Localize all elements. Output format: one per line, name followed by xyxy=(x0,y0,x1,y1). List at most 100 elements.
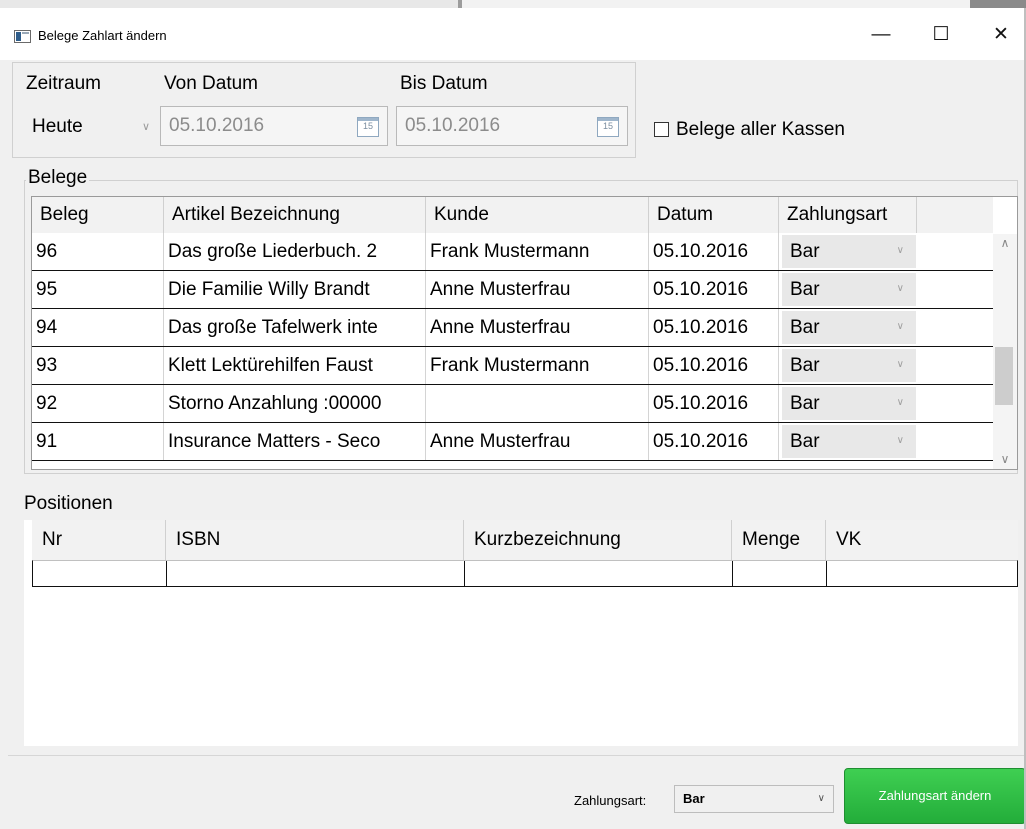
column-header-nr[interactable]: Nr xyxy=(32,520,166,560)
table-cell-datum[interactable]: 05.10.2016 xyxy=(649,233,779,270)
table-cell-kunde[interactable] xyxy=(426,385,649,422)
chevron-down-icon: ∨ xyxy=(896,321,904,332)
zahlungsart-cell-value: Bar xyxy=(790,317,820,338)
column-header-kunde[interactable]: Kunde xyxy=(426,197,649,233)
bis-datum-field[interactable]: 05.10.2016 15 xyxy=(396,106,628,146)
zahlungsart-cell-value: Bar xyxy=(790,393,820,414)
table-cell-datum[interactable]: 05.10.2016 xyxy=(649,271,779,308)
window-title: Belege Zahlart ändern xyxy=(38,28,167,43)
table-cell-filler xyxy=(917,347,993,384)
table-cell-kunde[interactable]: Anne Musterfrau xyxy=(426,309,649,346)
zahlungsart-cell-dropdown[interactable]: Bar ∨ xyxy=(782,311,916,344)
chevron-down-icon: ∨ xyxy=(896,359,904,370)
table-cell-kunde[interactable]: Anne Musterfrau xyxy=(426,271,649,308)
column-header-filler xyxy=(917,197,993,233)
table-cell-datum[interactable]: 05.10.2016 xyxy=(649,347,779,384)
calendar-icon[interactable]: 15 xyxy=(597,117,619,137)
table-cell-datum[interactable]: 05.10.2016 xyxy=(649,385,779,422)
scroll-up-icon[interactable]: ∧ xyxy=(993,236,1017,250)
table-cell-beleg[interactable]: 93 xyxy=(32,347,164,384)
table-cell-kunde[interactable]: Frank Mustermann xyxy=(426,233,649,270)
positionen-table[interactable]: Nr ISBN Kurzbezeichnung Menge VK xyxy=(24,520,1018,746)
table-row[interactable]: 91 Insurance Matters - Seco Anne Musterfra… xyxy=(32,423,993,461)
table-row[interactable]: 93 Klett Lektürehilfen Faust Frank Musterm… xyxy=(32,347,993,385)
column-header-zahlungsart[interactable]: Zahlungsart xyxy=(779,197,917,233)
alle-kassen-checkbox[interactable] xyxy=(654,122,669,137)
table-cell-kunde[interactable]: Anne Musterfrau xyxy=(426,423,649,460)
zahlungsart-cell-value: Bar xyxy=(790,241,820,262)
scrollbar-thumb[interactable] xyxy=(995,347,1013,405)
column-header-kurzbezeichnung[interactable]: Kurzbezeichnung xyxy=(464,520,732,560)
von-datum-value: 05.10.2016 xyxy=(169,115,265,136)
table-cell-kunde[interactable]: Frank Mustermann xyxy=(426,347,649,384)
zahlungsart-cell-dropdown[interactable]: Bar ∨ xyxy=(782,387,916,420)
column-header-beleg[interactable]: Beleg xyxy=(32,197,164,233)
zahlungsart-cell-dropdown[interactable]: Bar ∨ xyxy=(782,235,916,268)
table-row[interactable]: 95 Die Familie Willy Brandt Anne Musterfra… xyxy=(32,271,993,309)
zahlungsart-cell-dropdown[interactable]: Bar ∨ xyxy=(782,349,916,382)
zahlungsart-cell-dropdown[interactable]: Bar ∨ xyxy=(782,273,916,306)
table-cell-datum[interactable]: 05.10.2016 xyxy=(649,423,779,460)
chevron-down-icon: ∨ xyxy=(896,397,904,408)
table-cell[interactable] xyxy=(167,561,465,586)
zahlungsart-cell-value: Bar xyxy=(790,431,820,452)
chevron-down-icon: ∨ xyxy=(141,121,150,133)
zahlungsart-aendern-button[interactable]: Zahlungsart ändern xyxy=(844,768,1026,824)
app-window-icon xyxy=(14,30,31,43)
table-cell-artikel[interactable]: Storno Anzahlung :00000 xyxy=(164,385,426,422)
table-row[interactable]: 92 Storno Anzahlung :00000 05.10.2016 Bar ∨ xyxy=(32,385,993,423)
column-header-vk[interactable]: VK xyxy=(826,520,1018,560)
table-cell-filler xyxy=(917,271,993,308)
table-cell-artikel[interactable]: Insurance Matters - Seco xyxy=(164,423,426,460)
table-row[interactable]: 94 Das große Tafelwerk inte Anne Musterfra… xyxy=(32,309,993,347)
zeitraum-select[interactable]: Heute ∨ xyxy=(24,108,156,148)
table-cell[interactable] xyxy=(733,561,827,586)
table-cell-filler xyxy=(917,385,993,422)
table-cell-beleg[interactable]: 92 xyxy=(32,385,164,422)
chevron-down-icon: ∨ xyxy=(896,435,904,446)
chevron-down-icon: ∨ xyxy=(896,245,904,256)
alle-kassen-label[interactable]: Belege aller Kassen xyxy=(676,118,845,142)
maximize-button[interactable]: ☐ xyxy=(918,20,964,50)
zeitraum-value: Heute xyxy=(32,116,83,137)
divider xyxy=(8,755,1026,756)
table-cell[interactable] xyxy=(465,561,733,586)
zahlungsart-label: Zahlungsart: xyxy=(574,793,647,808)
zahlungsart-select[interactable]: Bar ∨ xyxy=(674,785,834,813)
zahlungsart-cell-dropdown[interactable]: Bar ∨ xyxy=(782,425,916,458)
column-header-datum[interactable]: Datum xyxy=(649,197,779,233)
zahlungsart-cell-value: Bar xyxy=(790,355,820,376)
positionen-title: Positionen xyxy=(24,493,113,514)
table-cell-beleg[interactable]: 94 xyxy=(32,309,164,346)
table-cell-beleg[interactable]: 95 xyxy=(32,271,164,308)
close-button[interactable]: ✕ xyxy=(978,20,1024,50)
column-header-menge[interactable]: Menge xyxy=(732,520,826,560)
table-cell-beleg[interactable]: 91 xyxy=(32,423,164,460)
minimize-button[interactable]: — xyxy=(858,20,904,50)
bis-datum-value: 05.10.2016 xyxy=(405,115,501,136)
table-row[interactable]: 96 Das große Liederbuch. 2 Frank Musterman… xyxy=(32,233,993,271)
column-header-artikel[interactable]: Artikel Bezeichnung xyxy=(164,197,426,233)
zahlungsart-cell-value: Bar xyxy=(790,279,820,300)
scroll-down-icon[interactable]: ∨ xyxy=(993,452,1017,466)
vertical-scrollbar[interactable]: ∧ ∨ xyxy=(993,234,1017,469)
table-cell-artikel[interactable]: Die Familie Willy Brandt xyxy=(164,271,426,308)
von-datum-field[interactable]: 05.10.2016 15 xyxy=(160,106,388,146)
background-window-strip xyxy=(0,0,1026,8)
table-cell-filler xyxy=(917,309,993,346)
table-cell[interactable] xyxy=(33,561,167,586)
table-cell-filler xyxy=(917,423,993,460)
table-cell-artikel[interactable]: Das große Tafelwerk inte xyxy=(164,309,426,346)
belege-table[interactable]: Beleg Artikel Bezeichnung Kunde Datum Za… xyxy=(31,196,1018,470)
calendar-icon[interactable]: 15 xyxy=(357,117,379,137)
belege-title: Belege xyxy=(26,166,90,190)
table-cell-beleg[interactable]: 96 xyxy=(32,233,164,270)
von-datum-label: Von Datum xyxy=(164,73,258,94)
table-row-empty[interactable] xyxy=(32,560,1018,587)
chevron-down-icon: ∨ xyxy=(896,283,904,294)
table-cell-datum[interactable]: 05.10.2016 xyxy=(649,309,779,346)
table-cell-artikel[interactable]: Klett Lektürehilfen Faust xyxy=(164,347,426,384)
table-cell-artikel[interactable]: Das große Liederbuch. 2 xyxy=(164,233,426,270)
bis-datum-label: Bis Datum xyxy=(400,73,488,94)
column-header-isbn[interactable]: ISBN xyxy=(166,520,464,560)
